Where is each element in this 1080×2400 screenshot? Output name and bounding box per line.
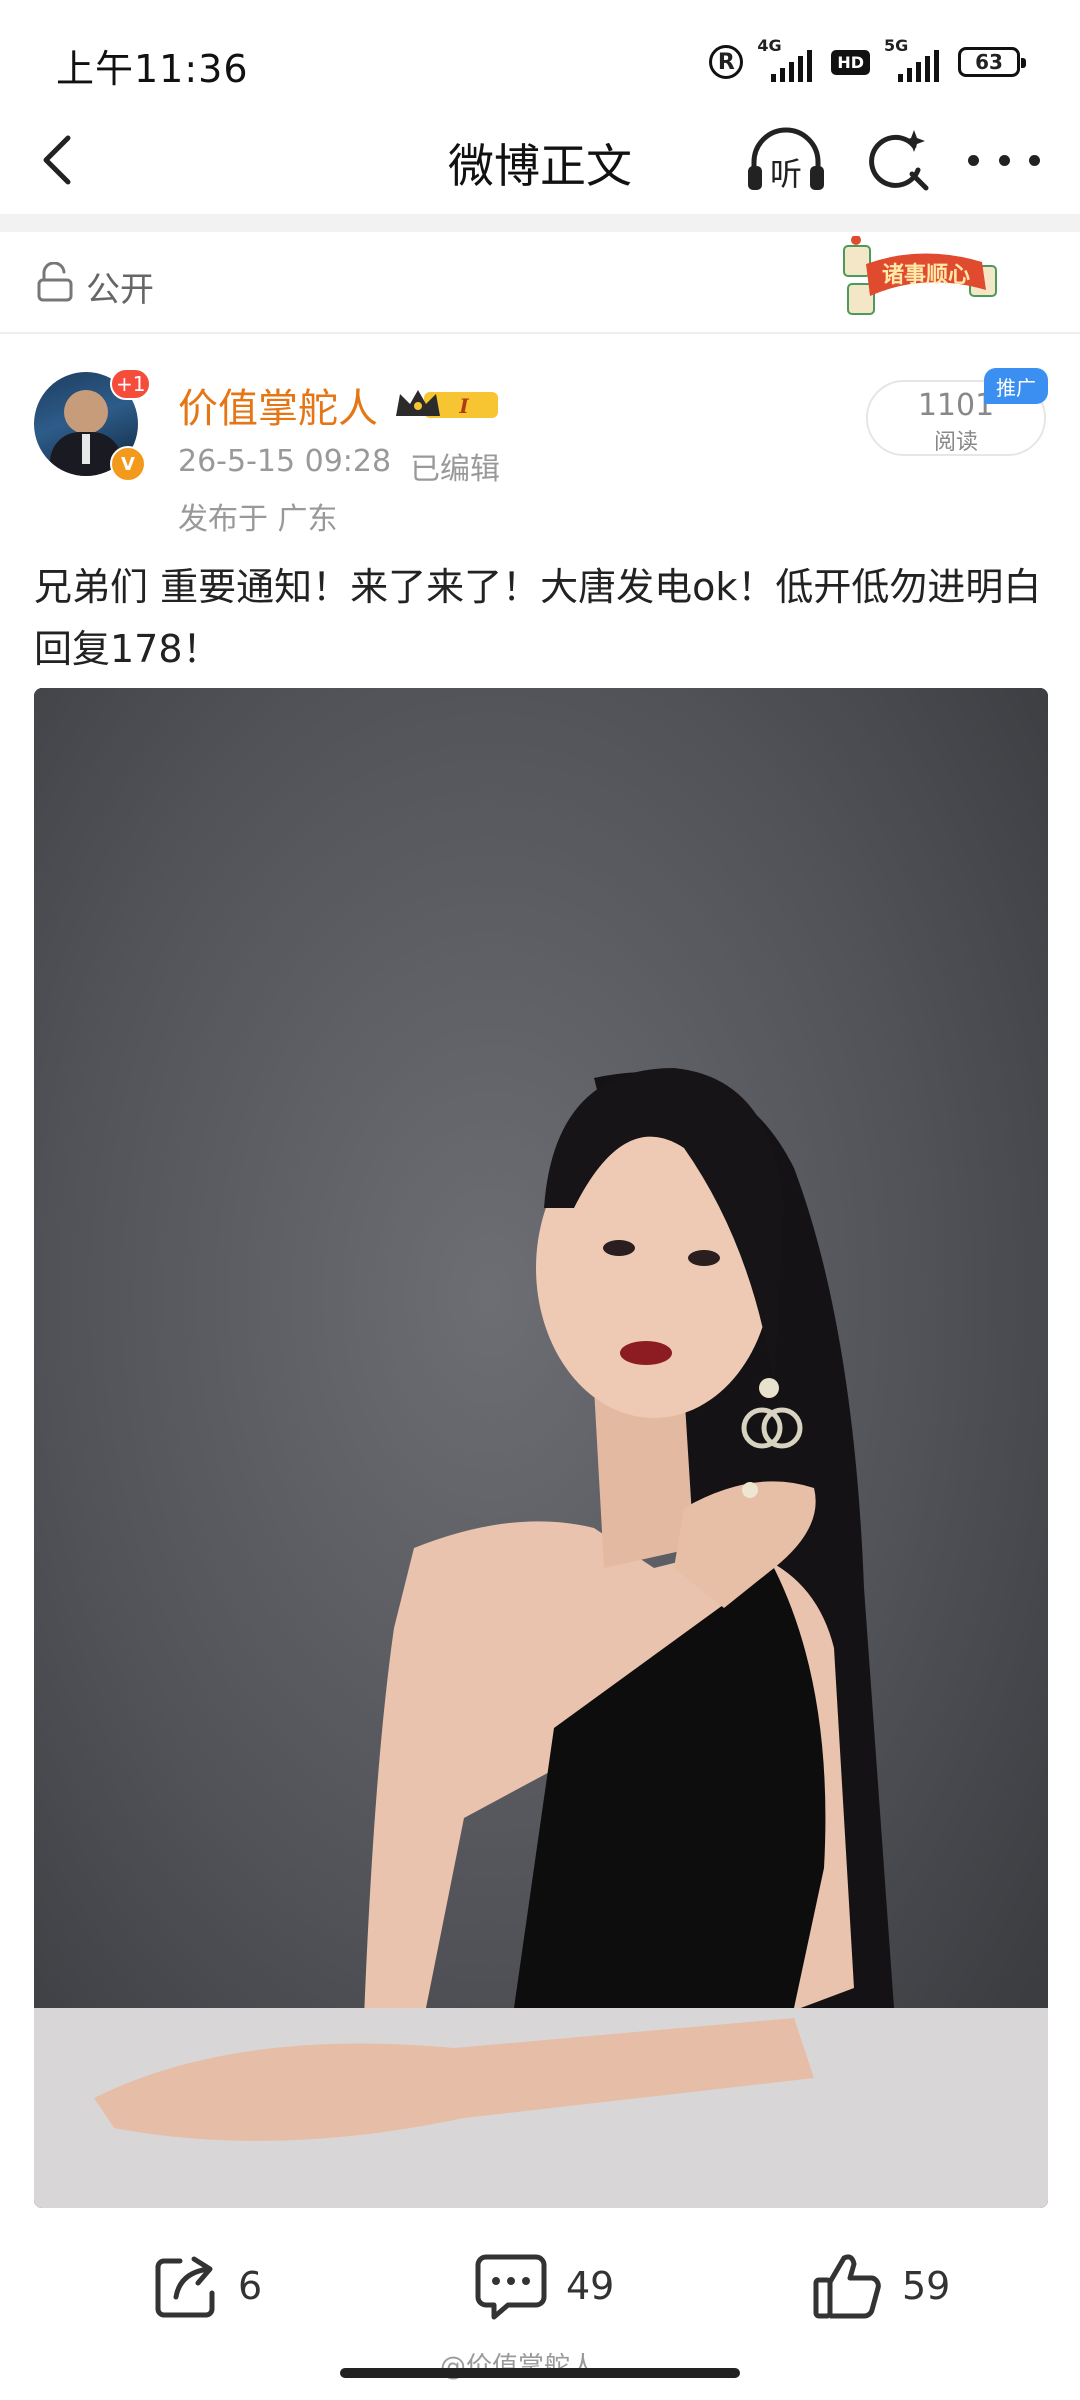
post-text: 兄弟们 重要通知！来了来了！大唐发电ok！低开低勿进明白回复178！ <box>34 565 1042 671</box>
more-dot <box>1029 154 1040 166</box>
comment-button[interactable]: 49 <box>474 2250 614 2322</box>
good-luck-banner[interactable]: 诸事顺心 <box>842 235 1002 318</box>
thumbs-up-icon <box>813 2254 881 2319</box>
verified-icon: V <box>110 446 146 482</box>
avatar-plus-badge[interactable]: +1 <box>110 368 152 400</box>
more-dot <box>998 154 1010 166</box>
battery-icon: 63 <box>958 47 1026 77</box>
home-indicator[interactable] <box>340 2368 740 2378</box>
repost-button[interactable]: 6 <box>150 2250 262 2322</box>
banner-graphic: 诸事顺心 <box>843 235 997 315</box>
post-image[interactable] <box>34 688 1048 2208</box>
registered-icon: R <box>709 45 744 79</box>
vip-level: I <box>458 394 469 418</box>
status-icons: R 4G HD 5G 63 <box>709 36 1026 84</box>
action-bar: 6 49 59 <box>0 2210 1080 2360</box>
nav-bar: 微博正文 听 <box>0 110 1080 210</box>
visibility-row: 公开 诸事顺心 <box>0 232 1080 334</box>
post-time: 26-5-15 09:28 <box>178 444 392 479</box>
signal-5g-icon: 5G <box>884 36 944 82</box>
post-location: 发布于 广东 <box>178 502 338 537</box>
like-count: 59 <box>902 2264 951 2308</box>
more-button[interactable] <box>968 128 1040 192</box>
ai-search-button[interactable] <box>862 124 934 196</box>
vip-crown-icon[interactable]: I <box>394 384 502 424</box>
status-bar: 上午11:36 R 4G HD 5G 63 <box>0 0 1080 120</box>
like-button[interactable]: 59 <box>812 2250 950 2322</box>
ai-search-icon <box>869 130 929 191</box>
lock-open-icon <box>37 262 73 302</box>
avatar-face <box>64 390 108 434</box>
avatar-shirt <box>82 434 90 464</box>
visibility-label: 公开 <box>86 270 154 310</box>
comment-icon <box>475 2254 547 2320</box>
headphones-icon: 听 <box>748 127 824 193</box>
author-name[interactable]: 价值掌舵人 <box>178 376 378 434</box>
read-label: 阅读 <box>933 430 978 455</box>
repost-count: 6 <box>238 2264 263 2308</box>
listen-label: 听 <box>770 155 802 193</box>
status-time: 上午11:36 <box>56 47 249 91</box>
signal-4g-icon: 4G <box>757 36 817 82</box>
battery-level: 63 <box>975 50 1003 74</box>
comment-count: 49 <box>566 2264 615 2308</box>
edited-label[interactable]: 已编辑 <box>410 444 500 488</box>
hd-icon: HD <box>831 49 870 75</box>
more-dot <box>968 154 979 166</box>
share-icon <box>155 2256 215 2318</box>
section-divider <box>0 214 1080 232</box>
promo-tag: 推广 <box>984 368 1048 404</box>
listen-button[interactable]: 听 <box>744 122 828 198</box>
banner-text: 诸事顺心 <box>882 262 970 288</box>
portrait-photo <box>34 688 1048 2208</box>
